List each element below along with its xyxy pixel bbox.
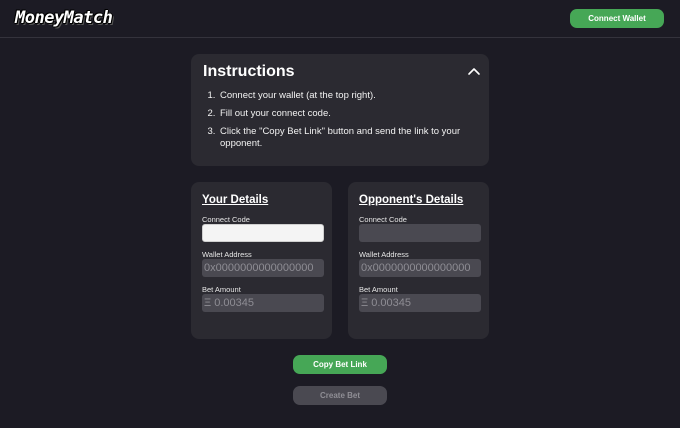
instructions-list: Connect your wallet (at the top right). …: [218, 90, 480, 156]
connect-code-label: Connect Code: [359, 215, 407, 224]
instructions-title: Instructions: [203, 63, 295, 80]
your-wallet-address-field[interactable]: 0x0000000000000000: [202, 259, 324, 277]
wallet-address-label: Wallet Address: [359, 250, 409, 259]
bet-amount-label: Bet Amount: [359, 285, 398, 294]
chevron-up-icon[interactable]: [467, 66, 481, 76]
instruction-step: Fill out your connect code.: [218, 108, 480, 120]
your-details-title: Your Details: [202, 194, 269, 206]
instruction-step: Click the "Copy Bet Link" button and sen…: [218, 126, 480, 150]
instruction-step: Connect your wallet (at the top right).: [218, 90, 480, 102]
opponent-details-panel: Opponent's Details Connect Code Wallet A…: [348, 182, 489, 339]
instructions-panel: Instructions Connect your wallet (at the…: [191, 54, 489, 166]
bet-amount-label: Bet Amount: [202, 285, 241, 294]
top-bar: MoneyMatch Connect Wallet: [0, 0, 680, 38]
opponent-connect-code-field[interactable]: [359, 224, 481, 242]
your-bet-amount-field[interactable]: Ξ 0.00345: [202, 294, 324, 312]
your-connect-code-input[interactable]: [202, 224, 324, 242]
create-bet-button[interactable]: Create Bet: [293, 386, 387, 405]
your-details-panel: Your Details Connect Code Wallet Address…: [191, 182, 332, 339]
connect-wallet-button[interactable]: Connect Wallet: [570, 9, 664, 28]
opponent-wallet-address-field[interactable]: 0x0000000000000000: [359, 259, 481, 277]
connect-code-label: Connect Code: [202, 215, 250, 224]
copy-bet-link-button[interactable]: Copy Bet Link: [293, 355, 387, 374]
app-logo[interactable]: MoneyMatch: [15, 8, 113, 28]
opponent-details-title: Opponent's Details: [359, 194, 464, 206]
opponent-bet-amount-field[interactable]: Ξ 0.00345: [359, 294, 481, 312]
wallet-address-label: Wallet Address: [202, 250, 252, 259]
